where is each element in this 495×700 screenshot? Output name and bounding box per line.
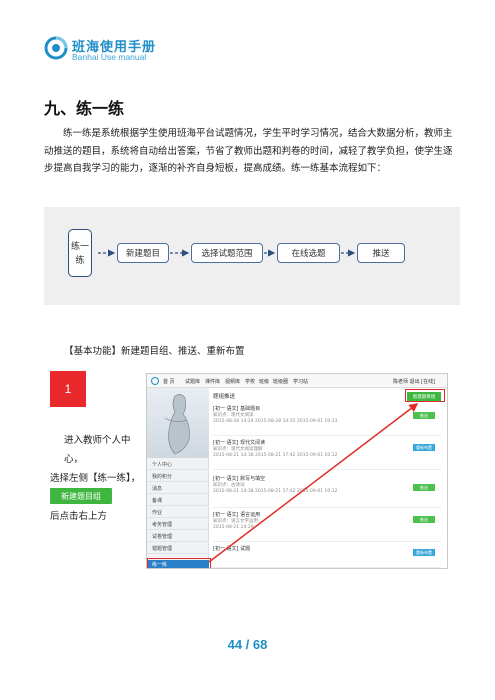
step-text-line1: 进入教师个人中心， [64, 435, 131, 465]
flow-node-new-question: 新建题目 [117, 243, 169, 263]
page-header: 班海使用手册 Banhai Use manual [0, 0, 495, 70]
highlight-arrow [208, 403, 419, 563]
step-text-line3: 后点击右上方 [50, 511, 108, 522]
section-paragraph: 练一练是系统根据学生使用班海平台试题情况，学生平时学习情况，结合大数据分析，教师… [44, 128, 453, 174]
page-number: 44 / 68 [227, 637, 268, 652]
flow-diagram: 练一练 新建题目 选择试题范围 在线选题 推送 [44, 207, 460, 305]
basic-functions-text: 【基本功能】新建题目组、推送、重新布置 [64, 346, 245, 357]
logo-subtitle: Banhai Use manual [72, 52, 147, 62]
flow-node-select-range: 选择试题范围 [191, 243, 263, 263]
step-number-badge: 1 [50, 371, 86, 407]
step-instructions: 进入教师个人中心， 选择左侧【练一练】，然 后点击右上方 [50, 431, 146, 526]
banhai-logo-icon [44, 36, 68, 60]
flow-node-push: 推送 [357, 243, 405, 263]
flow-node-online-select: 在线选题 [277, 243, 340, 263]
flow-node-start: 练一练 [68, 229, 92, 277]
new-question-group-button[interactable]: 新建题目组 [50, 488, 112, 504]
section-title: 九、练一练 [44, 99, 125, 118]
teacher-center-screenshot: 首 页 试题库 课件库 视频库 学校 班级 班级圈 学习站 陈老师 退出 [在线… [146, 373, 448, 569]
